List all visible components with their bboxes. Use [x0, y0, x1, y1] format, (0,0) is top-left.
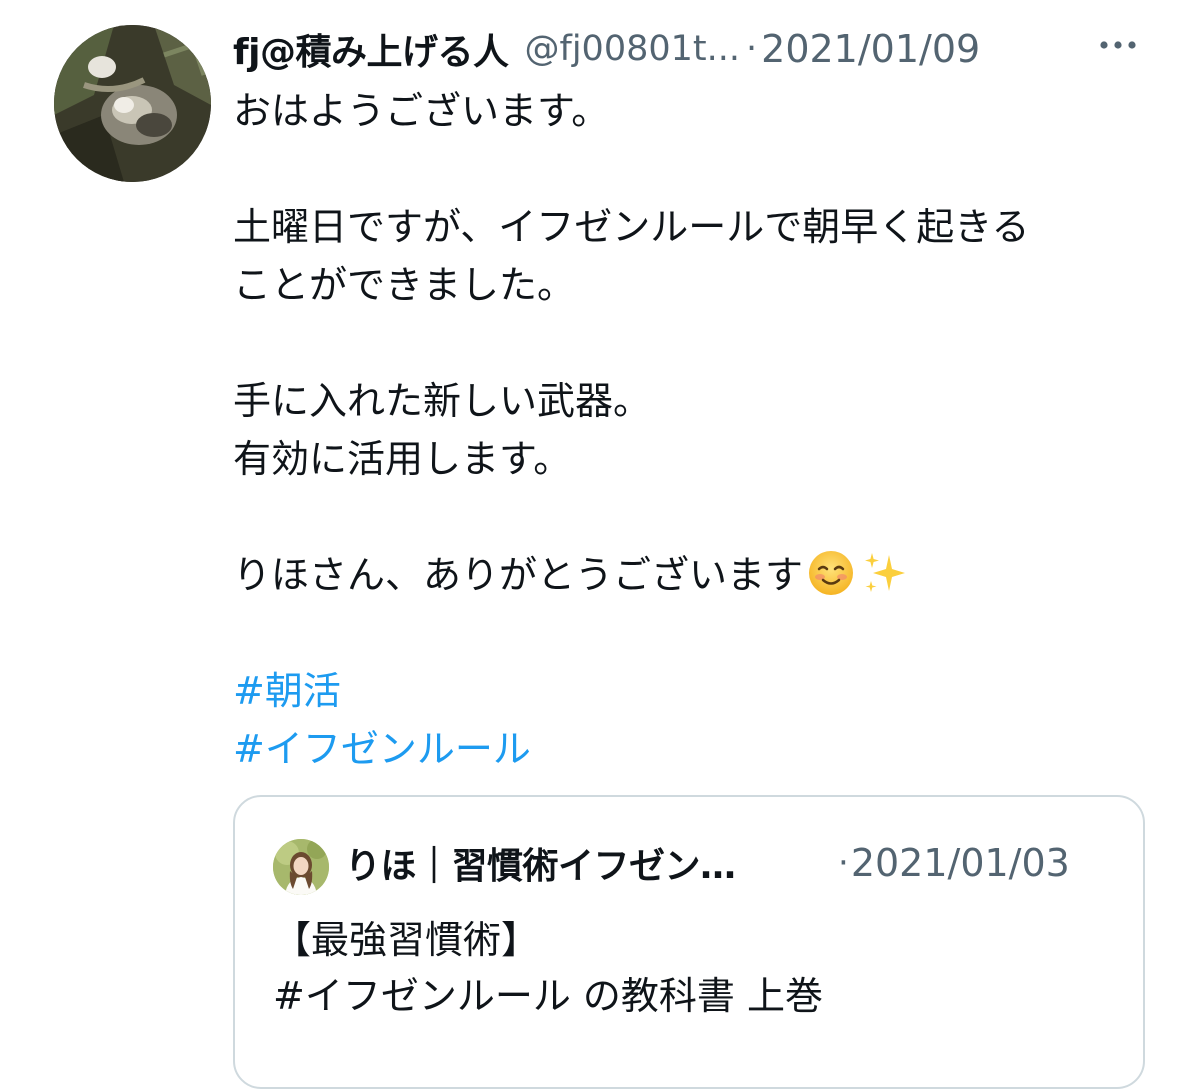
sparkles-icon — [865, 553, 906, 592]
profile-photo-avatar-icon — [273, 839, 329, 895]
quoted-author-name: りほ｜習慣術イフゼン… — [345, 846, 736, 887]
tweet-text-line: 土曜日ですが、イフゼンルールで朝早く起きる — [233, 205, 1030, 249]
quoted-tweet-header: りほ｜習慣術イフゼン… · 2021/01/03 — [345, 835, 1135, 891]
quoted-tweet-date: 2021/01/03 — [850, 841, 1070, 885]
smiling-face-icon — [809, 551, 854, 595]
more-horizontal-icon[interactable] — [1093, 30, 1143, 60]
tweet-text-line: おはようございます。 — [233, 89, 610, 133]
author-display-name[interactable]: fj@積み上げる人 — [233, 23, 509, 75]
quoted-text-line: 【最強習慣術】 — [273, 918, 540, 962]
quoted-author-avatar — [273, 839, 329, 895]
separator-dot: · — [838, 843, 849, 883]
author-handle[interactable]: @fj00801t... — [525, 29, 741, 69]
hashtag-link[interactable]: #イフゼンルール — [233, 727, 531, 771]
hashtag-link[interactable]: #朝活 — [233, 669, 341, 713]
cat-photo-avatar-icon — [54, 25, 211, 182]
tweet-text-line: 有効に活用します。 — [233, 437, 572, 481]
tweet-date[interactable]: 2021/01/09 — [761, 27, 980, 71]
tweet-header: fj@積み上げる人 @fj00801t... · 2021/01/09 — [233, 22, 1163, 76]
tweet[interactable]: fj@積み上げる人 @fj00801t... · 2021/01/09 おはよう… — [0, 0, 1200, 1089]
tweet-text-line-with-emoji: りほさん、ありがとうございます — [233, 546, 1153, 604]
tweet-text-line: 手に入れた新しい武器。 — [233, 379, 652, 423]
author-avatar[interactable] — [54, 25, 211, 182]
tweet-text: りほさん、ありがとうございます — [233, 553, 804, 597]
quoted-tweet-text: 【最強習慣術】 #イフゼンルール の教科書 上巻 — [273, 912, 823, 1024]
tweet-body: おはようございます。 土曜日ですが、イフゼンルールで朝早く起きる ことができまし… — [233, 82, 1153, 778]
tweet-text-line: ことができました。 — [233, 263, 576, 307]
separator-dot: · — [746, 29, 758, 69]
quoted-text-line: #イフゼンルール の教科書 上巻 — [273, 974, 823, 1018]
